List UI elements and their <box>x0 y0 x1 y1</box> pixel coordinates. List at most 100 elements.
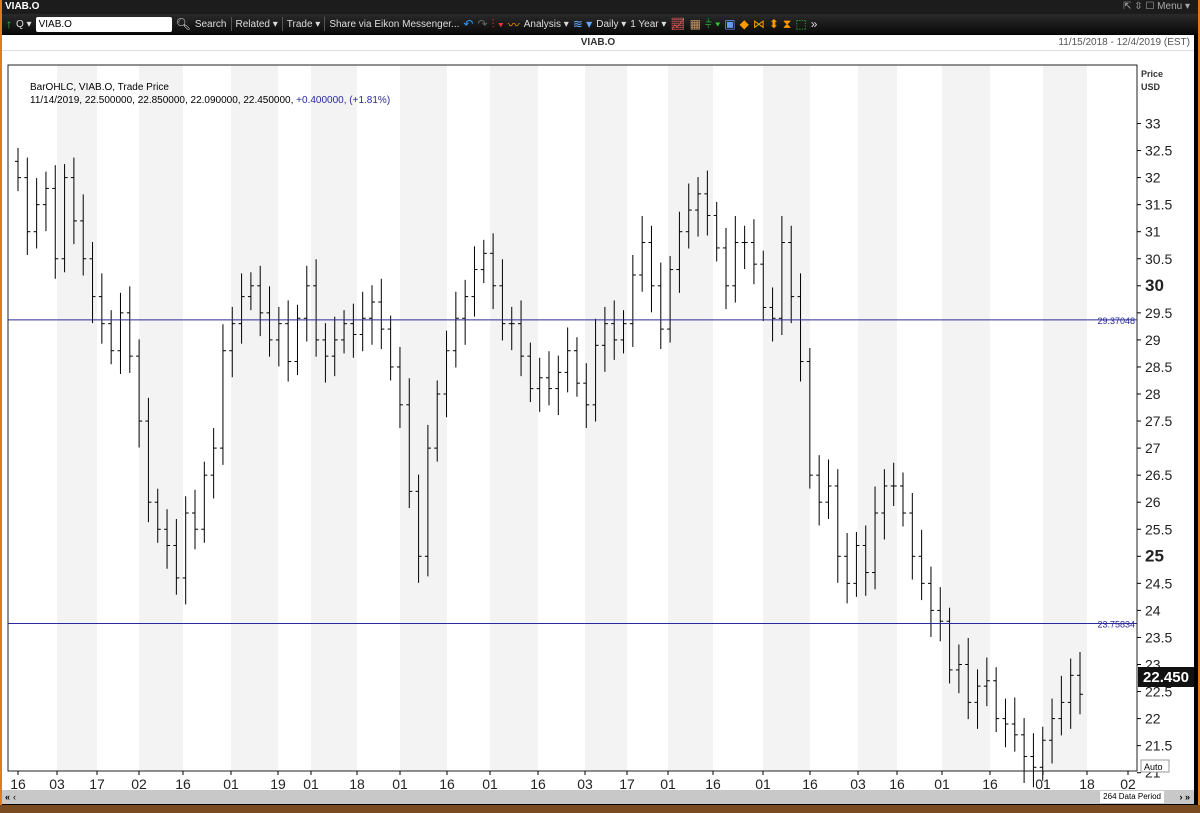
time-scrollbar[interactable]: « ‹ 264 Data Period › » <box>2 790 1194 804</box>
x-tick-label: 02 <box>131 776 147 790</box>
ohlc-bar <box>285 300 292 382</box>
ohlc-bar <box>359 291 366 352</box>
ohlc-bar <box>294 304 301 376</box>
ohlc-bar <box>15 147 21 192</box>
ohlc-bar <box>927 566 934 637</box>
zoom-horizontal-icon[interactable]: ◆ <box>740 17 749 31</box>
x-tick-label: 03 <box>49 776 65 790</box>
ohlc-bar <box>993 667 1000 733</box>
legend-line1: BarOHLC, VIAB.O, Trade Price <box>30 82 169 93</box>
scroll-next-last-icon[interactable]: › » <box>1179 792 1190 802</box>
chart-band <box>668 65 713 771</box>
y-tick-label: 32.5 <box>1145 143 1172 159</box>
price-chart[interactable]: 29.37048 23.75834 BarOHLC, VIAB.O, Trade … <box>2 51 1194 806</box>
x-tick-label: 01 <box>392 776 408 790</box>
scroll-prev-icon[interactable]: ‹ <box>13 792 16 802</box>
analysis-icon[interactable]: 〰 <box>508 16 520 33</box>
chart-band <box>311 65 357 771</box>
chart-style-icon[interactable]: 📈︎ <box>670 17 685 31</box>
y-tick-label: 26 <box>1145 494 1161 510</box>
ohlc-bar <box>825 459 832 519</box>
overlay-icon[interactable]: ≋ ▾ <box>573 17 592 31</box>
ohlc-bar <box>303 265 310 342</box>
ohlc-bar <box>33 178 40 249</box>
ohlc-bar <box>192 489 198 550</box>
axis-label-currency: USD <box>1141 82 1161 92</box>
chart-band <box>858 65 897 771</box>
period-select[interactable]: 1 Year ▾ <box>630 19 666 30</box>
ohlc-bar <box>816 455 823 526</box>
up-arrow-icon[interactable]: ↑ <box>6 17 12 31</box>
x-tick-label: 18 <box>349 776 365 790</box>
ohlc-bar <box>387 315 394 381</box>
select-icon[interactable]: ⬚ <box>795 17 806 31</box>
ohlc-bar <box>648 225 655 313</box>
export-icon[interactable]: ▣ <box>724 17 735 31</box>
chart-band <box>57 65 97 771</box>
window-controls[interactable]: ⇱ ⇳ ☐ Menu ▾ <box>1123 0 1190 14</box>
trade-menu[interactable]: Trade ▾ <box>287 19 321 30</box>
legend-line2: 11/14/2019, 22.500000, 22.850000, 22.090… <box>30 95 390 106</box>
ohlc-bar <box>117 292 124 374</box>
bar-chart-type-icon[interactable]: ⫶ ▾ <box>492 17 504 32</box>
x-tick-label: 16 <box>10 776 26 790</box>
y-tick-label: 31 <box>1145 224 1161 240</box>
x-tick-label: 01 <box>303 776 319 790</box>
x-tick-label: 01 <box>660 776 676 790</box>
x-tick-label: 01 <box>223 776 239 790</box>
ohlc-bar <box>210 428 217 499</box>
zoom-in-icon[interactable]: ⋈ <box>753 17 765 31</box>
undo-icon[interactable]: ↶ <box>463 17 473 31</box>
y-tick-label: 31.5 <box>1145 197 1172 213</box>
crosshair-icon[interactable]: ⫩ ▾ <box>705 17 720 32</box>
ohlc-bar <box>834 469 841 583</box>
ohlc-bar <box>573 337 580 397</box>
legend-ohlc: 11/14/2019, 22.500000, 22.850000, 22.090… <box>30 95 293 106</box>
y-tick-label: 21.5 <box>1145 738 1172 754</box>
ohlc-bar <box>918 529 925 601</box>
ric-input[interactable]: VIAB.O <box>35 16 172 32</box>
interval-select[interactable]: Daily ▾ <box>596 19 626 30</box>
ohlc-bar <box>98 273 105 344</box>
x-tick-label: 03 <box>850 776 866 790</box>
ohlc-bar <box>1011 697 1018 752</box>
analysis-menu[interactable]: Analysis ▾ <box>524 19 569 30</box>
ohlc-bar <box>42 171 49 232</box>
x-tick-label: 16 <box>530 776 546 790</box>
ohlc-bar <box>732 216 739 303</box>
redo-icon[interactable]: ↷ <box>477 17 487 31</box>
zoom-vertical-icon[interactable]: ⬍ <box>769 17 779 31</box>
scroll-first-icon[interactable]: « <box>2 792 13 802</box>
chart-title: VIAB.O <box>580 37 616 48</box>
share-messenger-button[interactable]: Share via Eikon Messenger... <box>329 19 459 30</box>
y-tick-label: 24 <box>1145 602 1161 618</box>
y-tick-label: 27 <box>1145 440 1161 456</box>
legend-change: +0.400000, (+1.81%) <box>293 95 390 106</box>
template-icon[interactable]: ▦ <box>690 17 701 31</box>
x-tick-label: 01 <box>1035 776 1051 790</box>
ohlc-bar <box>462 279 469 345</box>
y-tick-label: 30 <box>1145 276 1164 295</box>
horizontal-line-label: 29.37048 <box>1097 316 1135 326</box>
ohlc-bar <box>378 278 385 350</box>
x-tick-label: 17 <box>89 776 105 790</box>
chart-panel: VIAB.O 11/15/2018 - 12/4/2019 (EST) 29.3… <box>2 35 1194 806</box>
ohlc-bar <box>1021 718 1028 783</box>
quote-q-icon[interactable]: Q ▾ <box>16 19 32 30</box>
y-tick-label: 29.5 <box>1145 305 1172 321</box>
y-tick-label: 32 <box>1145 170 1161 186</box>
ohlc-bar <box>741 225 748 270</box>
x-tick-label: 01 <box>755 776 771 790</box>
ohlc-bar <box>723 227 729 310</box>
horizontal-line-label: 23.75834 <box>1097 619 1135 629</box>
more-icon[interactable]: » <box>811 17 818 31</box>
last-price: 22.450 <box>1143 669 1189 686</box>
y-tick-label: 30.5 <box>1145 251 1172 267</box>
search-icon[interactable]: 🔍︎ <box>176 17 191 31</box>
hourglass-icon[interactable]: ⧗ <box>783 17 791 32</box>
related-menu[interactable]: Related ▾ <box>236 19 278 30</box>
ohlc-bar <box>182 496 189 605</box>
ohlc-bar <box>750 219 757 285</box>
ohlc-bar <box>546 351 552 406</box>
search-button[interactable]: Search <box>195 19 227 30</box>
